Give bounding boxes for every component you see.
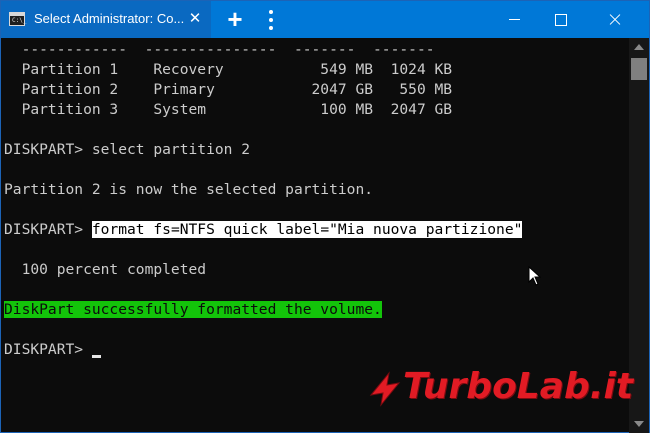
kebab-menu-icon[interactable]	[263, 9, 279, 31]
terminal-window: C:\_ Select Administrator: Co... ✕ + ---…	[0, 0, 650, 433]
console-app-icon: C:\_	[9, 12, 27, 26]
command-line: DISKPART> format fs=NTFS quick label="Mi…	[4, 220, 523, 240]
prompt: DISKPART>	[4, 221, 92, 238]
selected-command[interactable]: format fs=NTFS quick label="Mia nuova pa…	[91, 221, 523, 238]
table-row: Partition 1 Recovery 549 MB 1024 KB	[4, 61, 453, 78]
table-row: Partition 2 Primary 2047 GB 550 MB	[4, 81, 453, 98]
scroll-down-icon[interactable]	[634, 421, 644, 427]
minimize-icon[interactable]	[491, 1, 537, 38]
scroll-up-icon[interactable]	[634, 44, 644, 50]
close-icon[interactable]: ✕	[186, 9, 204, 29]
tab-title: Select Administrator: Co...	[34, 11, 185, 26]
console-icon-text: C:\_	[12, 17, 27, 24]
scrollbar-thumb[interactable]	[631, 58, 647, 80]
prompt: DISKPART>	[4, 341, 92, 358]
table-row: Partition 3 System 100 MB 2047 GB	[4, 101, 453, 118]
turbolab-logo	[369, 371, 401, 407]
prompt-line[interactable]: DISKPART>	[4, 340, 101, 360]
mouse-pointer-icon	[528, 266, 542, 286]
maximize-icon[interactable]	[537, 1, 583, 38]
success-line: DiskPart successfully formatted the volu…	[4, 300, 382, 320]
watermark-text: TurboLab.it	[403, 366, 634, 407]
title-bar[interactable]: C:\_ Select Administrator: Co... ✕ +	[1, 1, 649, 38]
close-window-icon[interactable]	[583, 1, 649, 38]
table-separator: ------------ --------------- ------- ---…	[4, 41, 435, 58]
terminal-tab[interactable]: C:\_ Select Administrator: Co... ✕	[1, 1, 211, 38]
command-line: DISKPART> select partition 2	[4, 141, 251, 158]
success-message: DiskPart successfully formatted the volu…	[4, 301, 382, 318]
text-cursor	[91, 355, 101, 358]
output-line: Partition 2 is now the selected partitio…	[4, 181, 374, 198]
progress-line: 100 percent completed	[4, 261, 207, 278]
plus-icon[interactable]: +	[221, 5, 249, 33]
